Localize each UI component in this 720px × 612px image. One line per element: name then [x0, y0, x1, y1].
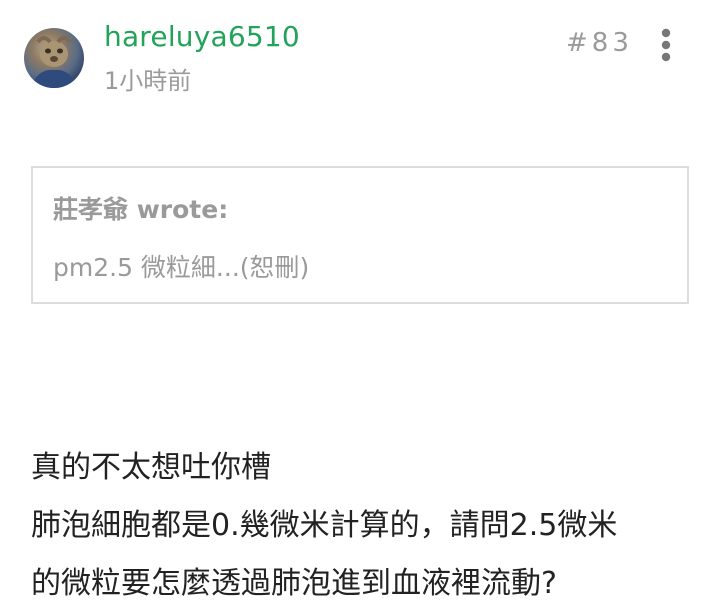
username-link[interactable]: hareluya6510 — [104, 20, 300, 53]
quote-text: pm2.5 微粒細...(恕刪) — [53, 253, 310, 282]
avatar[interactable] — [24, 28, 84, 88]
post-number[interactable]: #83 — [566, 28, 633, 58]
quote-block: 莊孝爺 wrote: pm2.5 微粒細...(恕刪) — [31, 166, 689, 304]
post-timestamp: 1小時前 — [104, 67, 192, 95]
post-body-line: 的微粒要怎麼透過肺泡進到血液裡流動? — [31, 566, 557, 601]
more-vertical-icon[interactable] — [652, 28, 680, 64]
quote-author: 莊孝爺 wrote: — [53, 195, 229, 224]
post-body-line: 真的不太想吐你槽 — [31, 450, 271, 485]
post-body-line: 肺泡細胞都是0.幾微米計算的，請問2.5微米 — [31, 508, 618, 543]
avatar-image — [30, 36, 78, 88]
